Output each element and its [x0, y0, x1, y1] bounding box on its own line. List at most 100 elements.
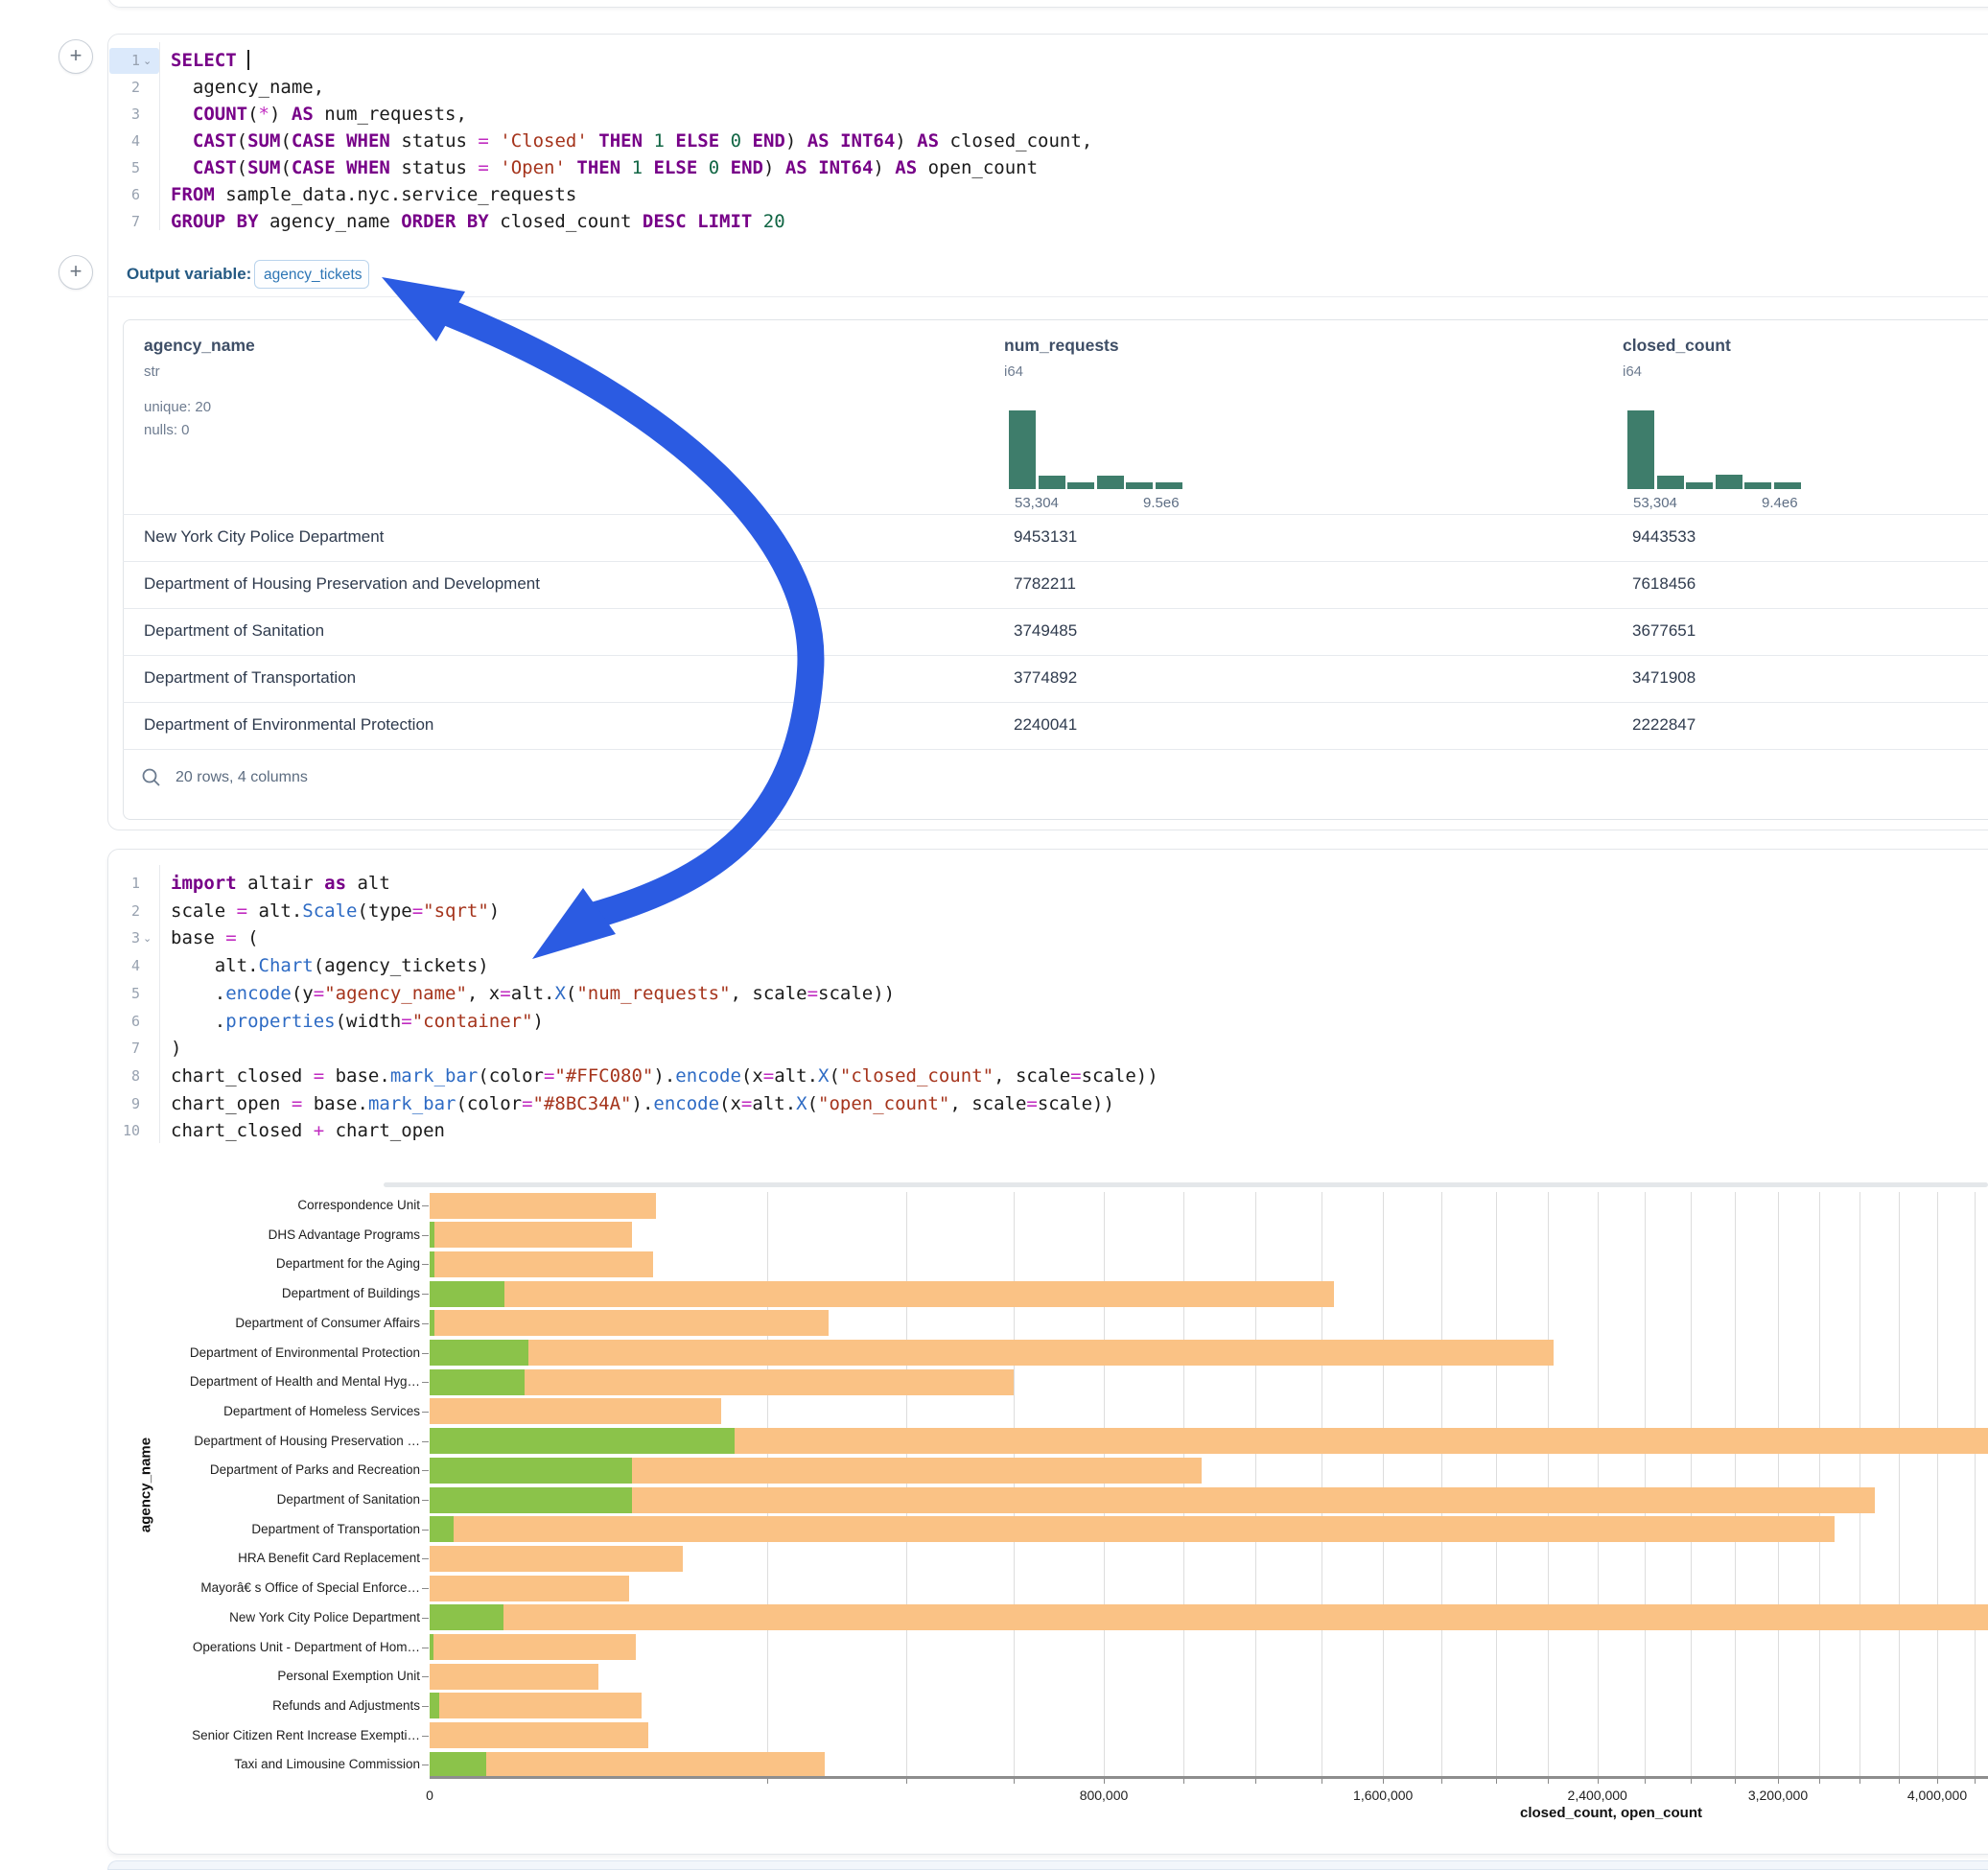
bar-closed-count[interactable] [430, 1722, 648, 1748]
bar-closed-count[interactable] [430, 1340, 1554, 1366]
python-code-line[interactable]: 9chart_open = base.mark_bar(color="#8BC3… [0, 1091, 1988, 1118]
code-token: scale)) [1082, 1065, 1158, 1087]
code-token [566, 157, 576, 178]
code-token: base. [302, 1093, 368, 1114]
gridline [767, 1192, 768, 1776]
y-axis-label: DHS Advantage Programs [132, 1227, 420, 1242]
python-code-line[interactable]: 6 .properties(width="container") [0, 1009, 1988, 1036]
bar-closed-count[interactable] [430, 1398, 721, 1424]
bar-closed-count[interactable] [430, 1310, 829, 1336]
bar-open-count[interactable] [430, 1487, 632, 1513]
python-code-line[interactable]: 10chart_closed + chart_open [0, 1118, 1988, 1145]
column-header-closed-count[interactable]: closed_count [1623, 336, 1731, 356]
python-code-line[interactable]: 3⌄base = ( [0, 925, 1988, 952]
bar-closed-count[interactable] [430, 1634, 636, 1660]
sql-code-line[interactable]: 6FROM sample_data.nyc.service_requests [0, 182, 1988, 209]
python-code-line[interactable]: 1import altair as alt [0, 871, 1988, 898]
collapse-chevron-icon[interactable]: ⌄ [143, 932, 152, 945]
python-code-line[interactable]: 8chart_closed = base.mark_bar(color="#FF… [0, 1064, 1988, 1090]
bar-closed-count[interactable] [430, 1576, 629, 1601]
bar-closed-count[interactable] [430, 1604, 1988, 1630]
code-token: * [259, 104, 269, 125]
column-header-num-requests[interactable]: num_requests [1004, 336, 1119, 356]
collapse-chevron-icon[interactable]: ⌄ [143, 55, 152, 67]
line-number: 2 [107, 79, 140, 96]
python-code-text: chart_closed + chart_open [171, 1120, 445, 1141]
bar-closed-count[interactable] [430, 1251, 653, 1277]
bar-open-count[interactable] [430, 1516, 454, 1542]
sql-code-line[interactable]: 2 agency_name, [0, 75, 1988, 102]
bar-open-count[interactable] [430, 1634, 433, 1660]
code-token: (agency_tickets) [314, 955, 489, 976]
bar-closed-count[interactable] [430, 1664, 598, 1690]
gridline [1899, 1192, 1900, 1776]
bar-closed-count[interactable] [430, 1193, 656, 1219]
bar-closed-count[interactable] [430, 1281, 1334, 1307]
bar-open-count[interactable] [430, 1752, 486, 1778]
code-token: = [741, 1093, 752, 1114]
table-row[interactable]: Department of Transportation377489234719… [123, 655, 1988, 702]
bar-closed-count[interactable] [430, 1516, 1835, 1542]
code-token: scale [171, 900, 237, 922]
table-row[interactable]: New York City Police Department945313194… [123, 514, 1988, 561]
bar-open-count[interactable] [430, 1340, 528, 1366]
sql-code-line[interactable]: 5 CAST(SUM(CASE WHEN status = 'Open' THE… [0, 155, 1988, 182]
bar-open-count[interactable] [430, 1222, 434, 1248]
code-token: = [522, 1093, 532, 1114]
bar-open-count[interactable] [430, 1281, 504, 1307]
python-code-text: base = ( [171, 927, 259, 948]
x-axis-tick [1321, 1778, 1322, 1784]
code-token: ) [533, 1011, 544, 1032]
code-token: WHEN [346, 130, 390, 152]
search-icon[interactable] [140, 766, 163, 789]
bar-open-count[interactable] [430, 1310, 434, 1336]
y-axis-tick [422, 1353, 429, 1354]
y-axis-tick [422, 1500, 429, 1501]
line-number: 5 [107, 985, 140, 1002]
bar-open-count[interactable] [430, 1604, 503, 1630]
bar-closed-count[interactable] [430, 1693, 642, 1718]
bar-closed-count[interactable] [430, 1546, 683, 1572]
sql-code-line[interactable]: 1⌄SELECT [0, 48, 1988, 75]
code-token: ) [873, 157, 895, 178]
sql-code-line[interactable]: 3 COUNT(*) AS num_requests, [0, 102, 1988, 129]
bar-open-count[interactable] [430, 1428, 735, 1454]
code-token: chart_open [324, 1120, 445, 1141]
chart-scroll-strip[interactable] [384, 1182, 1988, 1187]
y-axis-label: Department of Buildings [132, 1286, 420, 1300]
y-axis-tick [422, 1676, 429, 1677]
sql-code-line[interactable]: 7GROUP BY agency_name ORDER BY closed_co… [0, 209, 1988, 236]
bar-closed-count[interactable] [430, 1752, 825, 1778]
line-number: 6 [107, 186, 140, 203]
x-axis-tick [1975, 1778, 1976, 1784]
bar-open-count[interactable] [430, 1693, 439, 1718]
output-variable-pill[interactable]: agency_tickets [254, 260, 369, 289]
gridline [906, 1192, 907, 1776]
code-token [489, 157, 500, 178]
code-token: num_requests, [314, 104, 467, 125]
sql-code-line[interactable]: 4 CAST(SUM(CASE WHEN status = 'Closed' T… [0, 129, 1988, 155]
python-code-line[interactable]: 2scale = alt.Scale(type="sqrt") [0, 899, 1988, 925]
code-token: ) [763, 157, 785, 178]
python-code-line[interactable]: 4 alt.Chart(agency_tickets) [0, 953, 1988, 980]
x-axis-tick [1548, 1778, 1549, 1784]
bar-open-count[interactable] [430, 1458, 632, 1484]
bar-closed-count[interactable] [430, 1487, 1875, 1513]
python-code-line[interactable]: 5 .encode(y="agency_name", x=alt.X("num_… [0, 981, 1988, 1008]
add-cell-button-output[interactable]: + [58, 255, 93, 290]
code-token [741, 130, 752, 152]
line-number: 4 [107, 957, 140, 974]
bar-closed-count[interactable] [430, 1222, 632, 1248]
table-row[interactable]: Department of Housing Preservation and D… [123, 561, 1988, 608]
gridline [1183, 1192, 1184, 1776]
table-row[interactable]: Department of Environmental Protection22… [123, 702, 1988, 749]
sql-code-text: SELECT [171, 50, 249, 71]
python-code-line[interactable]: 7) [0, 1036, 1988, 1063]
column-header-agency-name[interactable]: agency_name [144, 336, 255, 356]
x-axis-tick [1819, 1778, 1820, 1784]
table-row[interactable]: Department of Sanitation37494853677651 [123, 608, 1988, 655]
bar-open-count[interactable] [430, 1251, 434, 1277]
histogram-bar [1067, 482, 1094, 489]
x-axis-tick [1496, 1778, 1497, 1784]
bar-open-count[interactable] [430, 1369, 525, 1395]
